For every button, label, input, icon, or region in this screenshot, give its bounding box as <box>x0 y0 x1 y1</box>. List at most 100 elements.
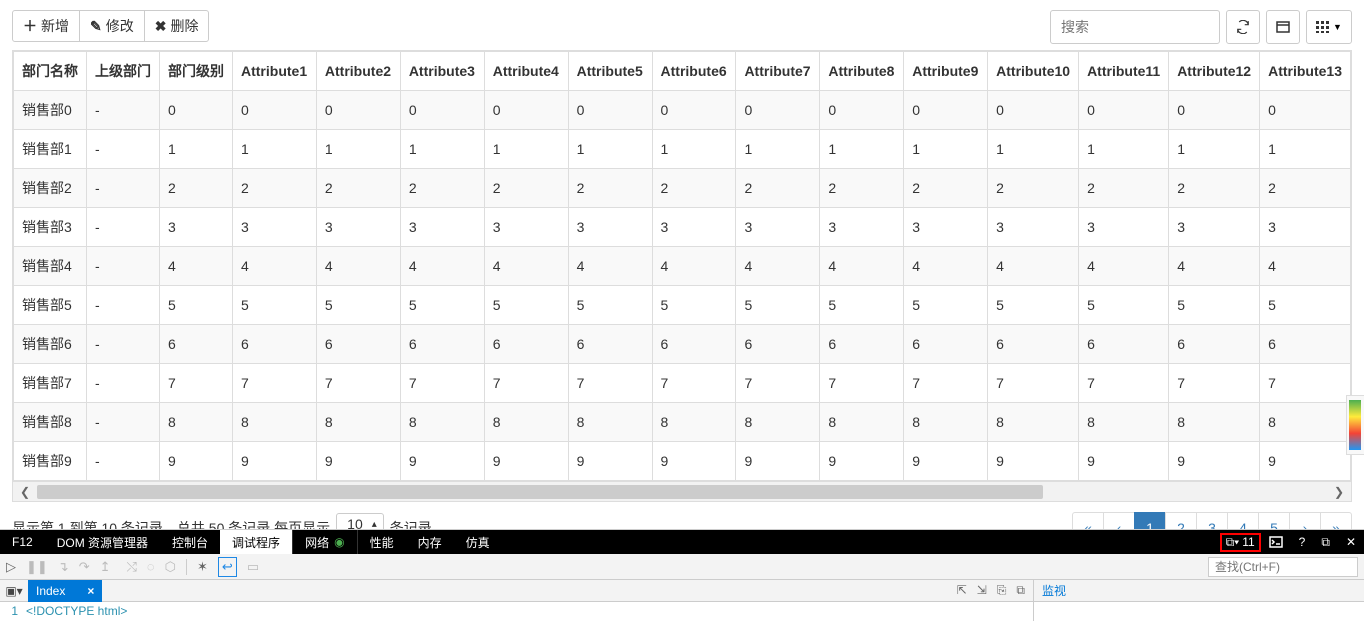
cell: 9 <box>568 442 652 481</box>
col-attr3[interactable]: Attribute3 <box>400 52 484 91</box>
edit-button[interactable]: ✎ 修改 <box>79 10 145 42</box>
cell: 销售部7 <box>14 364 87 403</box>
tab-console[interactable]: 控制台 <box>160 530 220 554</box>
table-row[interactable]: 销售部8-88888888888888 <box>14 403 1351 442</box>
cell: 9 <box>1079 442 1169 481</box>
file-tab-close[interactable]: × <box>87 584 94 598</box>
cell: 3 <box>233 208 317 247</box>
col-attr6[interactable]: Attribute6 <box>652 52 736 91</box>
cell: 6 <box>820 325 904 364</box>
cell: 1 <box>1260 130 1351 169</box>
continue-button[interactable]: ▷ <box>6 559 16 575</box>
cell: 7 <box>904 364 988 403</box>
table-row[interactable]: 销售部0-00000000000000 <box>14 91 1351 130</box>
cell: 6 <box>736 325 820 364</box>
add-button[interactable]: ＋ 新增 <box>12 10 80 42</box>
cell: 销售部9 <box>14 442 87 481</box>
cell: 2 <box>568 169 652 208</box>
col-attr13[interactable]: Attribute13 <box>1260 52 1351 91</box>
cell: 6 <box>400 325 484 364</box>
file-tab-index[interactable]: Index × <box>28 580 102 602</box>
cell: 0 <box>568 91 652 130</box>
cell: 7 <box>233 364 317 403</box>
devtools-console-toggle[interactable] <box>1261 536 1291 548</box>
word-wrap[interactable]: ↩ <box>218 557 237 577</box>
step-into-button[interactable]: ↴ <box>58 559 69 575</box>
breakpoint-count[interactable]: ⧉▾ 11 <box>1220 533 1261 552</box>
cell: 3 <box>904 208 988 247</box>
cell: 销售部4 <box>14 247 87 286</box>
search-input[interactable] <box>1050 10 1220 44</box>
cell: 3 <box>1260 208 1351 247</box>
col-attr2[interactable]: Attribute2 <box>316 52 400 91</box>
devtools-close[interactable]: ✕ <box>1338 535 1364 549</box>
col-attr5[interactable]: Attribute5 <box>568 52 652 91</box>
table-row[interactable]: 销售部9-99999999999999 <box>14 442 1351 481</box>
cell: 5 <box>160 286 233 325</box>
devtools-undock[interactable]: ⧉ <box>1313 535 1338 550</box>
source-tool-3[interactable]: ⎘ <box>997 583 1007 598</box>
devtools-find-input[interactable] <box>1208 557 1358 577</box>
table-row[interactable]: 销售部1-11111111111111 <box>14 130 1351 169</box>
tab-performance[interactable]: 性能 <box>357 530 406 554</box>
devtools-help[interactable]: ? <box>1291 535 1314 549</box>
source-tool-4[interactable]: ⧉ <box>1016 583 1025 598</box>
cell: 4 <box>988 247 1079 286</box>
cell: 9 <box>736 442 820 481</box>
deactivate-bp[interactable]: ⬡ <box>165 559 176 575</box>
cell: 0 <box>400 91 484 130</box>
cell: 3 <box>820 208 904 247</box>
table-row[interactable]: 销售部4-44444444444444 <box>14 247 1351 286</box>
col-attr9[interactable]: Attribute9 <box>904 52 988 91</box>
col-attr10[interactable]: Attribute10 <box>988 52 1079 91</box>
col-attr8[interactable]: Attribute8 <box>820 52 904 91</box>
table-row[interactable]: 销售部3-33333333333333 <box>14 208 1351 247</box>
refresh-button[interactable] <box>1226 10 1260 44</box>
cell: 9 <box>233 442 317 481</box>
col-attr11[interactable]: Attribute11 <box>1079 52 1169 91</box>
break-new-worker[interactable]: ⤭ <box>127 559 137 575</box>
scroll-track[interactable] <box>37 485 1327 499</box>
code-line[interactable]: 1 <!DOCTYPE html> <box>0 602 1033 619</box>
tab-memory[interactable]: 内存 <box>406 530 454 554</box>
horizontal-scrollbar[interactable]: ❮ ❯ <box>13 481 1351 501</box>
breakpoint-count-value: 11 <box>1242 535 1254 549</box>
table-row[interactable]: 销售部2-22222222222222 <box>14 169 1351 208</box>
scroll-thumb[interactable] <box>37 485 1043 499</box>
table-row[interactable]: 销售部5-55555555555555 <box>14 286 1351 325</box>
play-icon: ▷ <box>6 559 16 575</box>
source-tool-1[interactable]: ⇱ <box>957 583 967 598</box>
scroll-right-arrow-icon[interactable]: ❯ <box>1327 485 1351 499</box>
cell: 0 <box>233 91 317 130</box>
table-row[interactable]: 销售部7-77777777777777 <box>14 364 1351 403</box>
cell: 8 <box>484 403 568 442</box>
table-row[interactable]: 销售部6-66666666666666 <box>14 325 1351 364</box>
tab-debugger[interactable]: 调试程序 <box>220 530 292 554</box>
col-attr1[interactable]: Attribute1 <box>233 52 317 91</box>
tab-dom-explorer[interactable]: DOM 资源管理器 <box>45 530 160 554</box>
step-out-button[interactable]: ↥ <box>100 559 111 575</box>
toggle-view-button[interactable] <box>1266 10 1300 44</box>
tab-network[interactable]: 网络 ◉ <box>292 530 357 554</box>
exception-behavior[interactable]: ◌ <box>147 559 155 574</box>
col-dept-name[interactable]: 部门名称 <box>14 52 87 91</box>
col-parent[interactable]: 上级部门 <box>87 52 160 91</box>
col-level[interactable]: 部门级别 <box>160 52 233 91</box>
open-file-button[interactable]: ▣▾ <box>0 584 28 598</box>
columns-button[interactable]: ▼ <box>1306 10 1352 44</box>
col-attr4[interactable]: Attribute4 <box>484 52 568 91</box>
pretty-print[interactable]: ✶ <box>197 559 208 575</box>
cell: 9 <box>484 442 568 481</box>
col-attr7[interactable]: Attribute7 <box>736 52 820 91</box>
cell: 3 <box>160 208 233 247</box>
cell: 8 <box>820 403 904 442</box>
just-my-code[interactable]: ▭ <box>247 559 259 575</box>
tab-emulation[interactable]: 仿真 <box>454 530 502 554</box>
pause-button[interactable]: ❚❚ <box>26 559 48 575</box>
delete-button[interactable]: ✖ 删除 <box>144 10 210 42</box>
scroll-left-arrow-icon[interactable]: ❮ <box>13 485 37 499</box>
step-over-button[interactable]: ↷ <box>79 559 90 575</box>
col-attr12[interactable]: Attribute12 <box>1169 52 1260 91</box>
watch-header[interactable]: 监视 <box>1034 580 1364 602</box>
source-tool-2[interactable]: ⇲ <box>977 583 987 598</box>
